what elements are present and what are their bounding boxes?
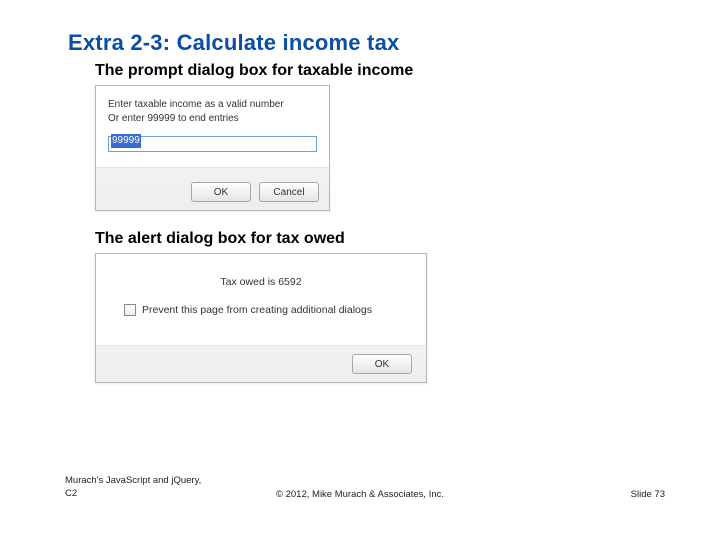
prompt-button-row: OK Cancel bbox=[191, 182, 319, 202]
alert-checkbox-row: Prevent this page from creating addition… bbox=[124, 304, 372, 316]
alert-message: Tax owed is 6592 bbox=[220, 276, 301, 288]
footer-center: © 2012, Mike Murach & Associates, Inc. bbox=[276, 489, 444, 500]
prompt-input-wrap: 99999 bbox=[108, 133, 317, 152]
section-heading-alert: The alert dialog box for tax owed bbox=[95, 230, 345, 248]
alert-dialog-body: Tax owed is 6592 Prevent this page from … bbox=[96, 254, 426, 346]
alert-button-row: OK bbox=[352, 354, 412, 375]
prompt-input-selection: 99999 bbox=[111, 134, 141, 148]
ok-button[interactable]: OK bbox=[352, 354, 412, 374]
section-heading-prompt: The prompt dialog box for taxable income bbox=[95, 62, 413, 80]
prevent-dialogs-checkbox[interactable] bbox=[124, 304, 136, 316]
prompt-dialog-body: Enter taxable income as a valid number O… bbox=[96, 86, 329, 168]
alert-dialog: Tax owed is 6592 Prevent this page from … bbox=[95, 253, 427, 383]
cancel-button[interactable]: Cancel bbox=[259, 182, 319, 202]
prompt-dialog: Enter taxable income as a valid number O… bbox=[95, 85, 330, 211]
prompt-line-1: Enter taxable income as a valid number bbox=[108, 98, 317, 112]
prevent-dialogs-label: Prevent this page from creating addition… bbox=[142, 304, 372, 316]
ok-button[interactable]: OK bbox=[191, 182, 251, 202]
footer-left-line2: C2 bbox=[65, 488, 201, 500]
slide-title: Extra 2-3: Calculate income tax bbox=[68, 30, 399, 56]
footer-left: Murach's JavaScript and jQuery, C2 bbox=[65, 475, 201, 500]
footer-left-line1: Murach's JavaScript and jQuery, bbox=[65, 475, 201, 487]
footer-right: Slide 73 bbox=[631, 489, 665, 500]
prompt-line-2: Or enter 99999 to end entries bbox=[108, 112, 317, 126]
